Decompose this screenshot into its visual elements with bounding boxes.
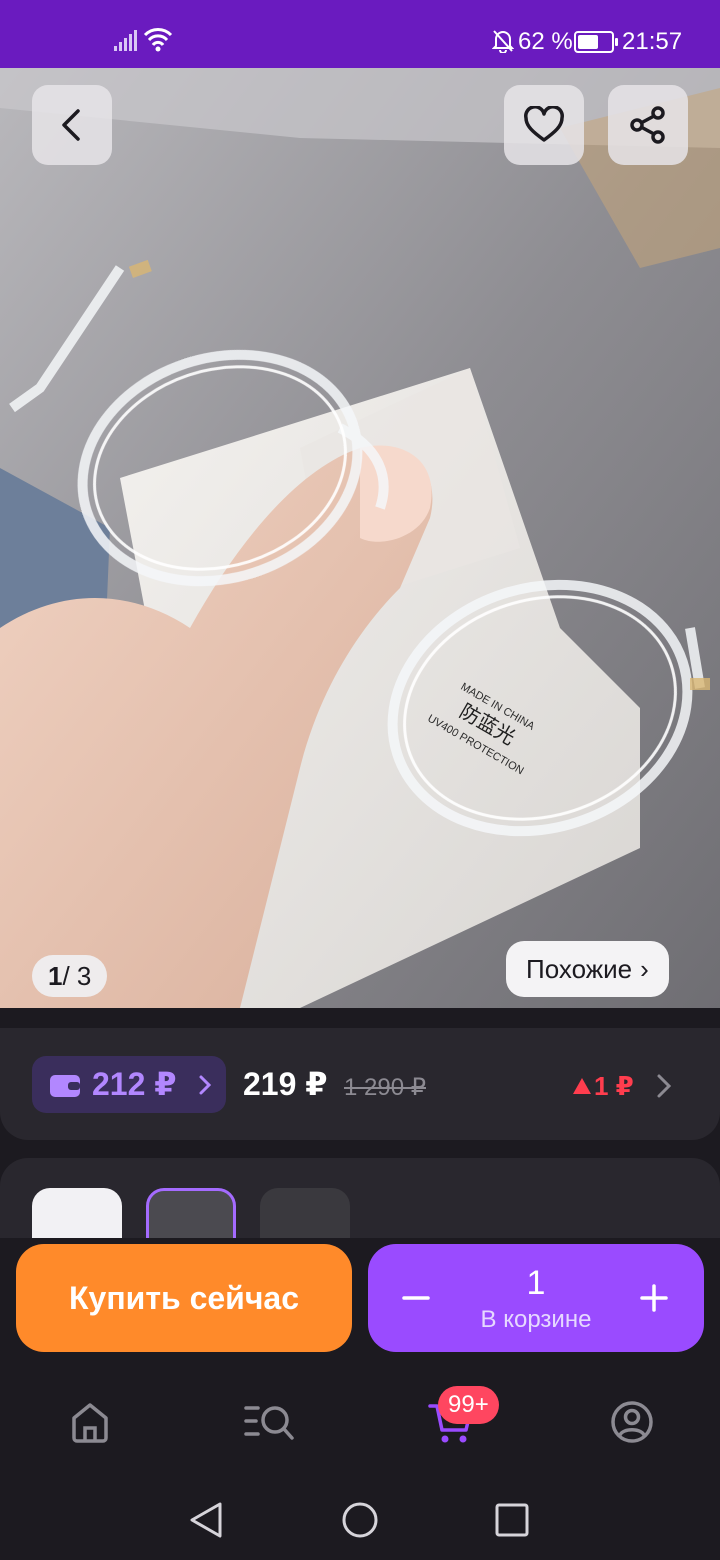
variant-thumbnail[interactable] xyxy=(32,1188,122,1238)
similar-products-button[interactable]: Похожие › xyxy=(506,941,669,997)
favorite-button[interactable] xyxy=(504,85,584,165)
price-change-value: 1 ₽ xyxy=(594,1071,634,1101)
variants-strip xyxy=(0,1158,720,1238)
in-cart-label: В корзине xyxy=(480,1306,592,1333)
battery-level-fill xyxy=(578,35,598,49)
recents-square-icon[interactable] xyxy=(494,1502,530,1538)
buy-now-button[interactable]: Купить сейчас xyxy=(16,1244,352,1352)
home-icon[interactable] xyxy=(70,1400,110,1444)
cart-badge: 99+ xyxy=(438,1386,499,1424)
image-counter: 1 / 3 xyxy=(32,955,108,997)
price-card[interactable]: 212 ₽ 219 ₽ 1 290 ₽ 1 ₽ xyxy=(0,1028,720,1140)
current-price: 219 ₽ xyxy=(243,1066,328,1102)
price-change: 1 ₽ xyxy=(572,1071,634,1101)
arrow-up-icon xyxy=(573,1078,591,1094)
chevron-right-icon xyxy=(199,1075,212,1095)
share-icon xyxy=(630,106,665,144)
heart-icon xyxy=(524,106,564,142)
back-icon xyxy=(62,109,80,141)
product-photo: MADE IN CHINA 防蓝光 UV400 PROTECTION xyxy=(0,68,720,1008)
chevron-right-icon: › xyxy=(640,953,649,984)
signal-icon xyxy=(114,30,137,51)
quantity-value: 1 xyxy=(526,1264,546,1302)
battery-percent: 62 % xyxy=(518,28,573,55)
cart-quantity-control: 1 В корзине xyxy=(368,1244,704,1352)
home-circle-icon[interactable] xyxy=(340,1500,380,1540)
profile-icon[interactable] xyxy=(610,1400,654,1444)
variant-thumbnail-selected[interactable] xyxy=(146,1188,236,1238)
bell-off-icon xyxy=(492,30,514,53)
chevron-right-icon[interactable] xyxy=(656,1073,672,1099)
similar-products-label: Похожие xyxy=(526,953,633,984)
bottom-navigation: 99+ xyxy=(0,1370,720,1480)
product-screen: 62 % 21:57 MADE IN CHINA 防蓝光 UV400 PROTE… xyxy=(0,0,720,1560)
minus-icon[interactable] xyxy=(400,1282,432,1314)
system-navigation xyxy=(0,1480,720,1560)
back-triangle-icon[interactable] xyxy=(188,1500,224,1540)
product-gallery[interactable]: MADE IN CHINA 防蓝光 UV400 PROTECTION 1 / 3… xyxy=(0,68,720,1008)
variant-thumbnail[interactable] xyxy=(260,1188,350,1238)
battery-icon xyxy=(574,31,618,53)
old-price: 1 290 ₽ xyxy=(344,1074,426,1101)
wallet-price-button[interactable]: 212 ₽ xyxy=(32,1056,226,1113)
back-button[interactable] xyxy=(32,85,112,165)
wallet-price: 212 ₽ xyxy=(92,1066,177,1102)
catalog-search-icon[interactable] xyxy=(244,1400,298,1444)
share-button[interactable] xyxy=(608,85,688,165)
wifi-icon xyxy=(143,28,173,52)
image-counter-current: 1 xyxy=(48,960,63,991)
wallet-icon xyxy=(50,1075,80,1097)
plus-icon[interactable] xyxy=(638,1282,670,1314)
image-counter-total: / 3 xyxy=(62,960,92,991)
clock: 21:57 xyxy=(622,28,683,55)
status-bar: 62 % 21:57 xyxy=(0,0,720,68)
